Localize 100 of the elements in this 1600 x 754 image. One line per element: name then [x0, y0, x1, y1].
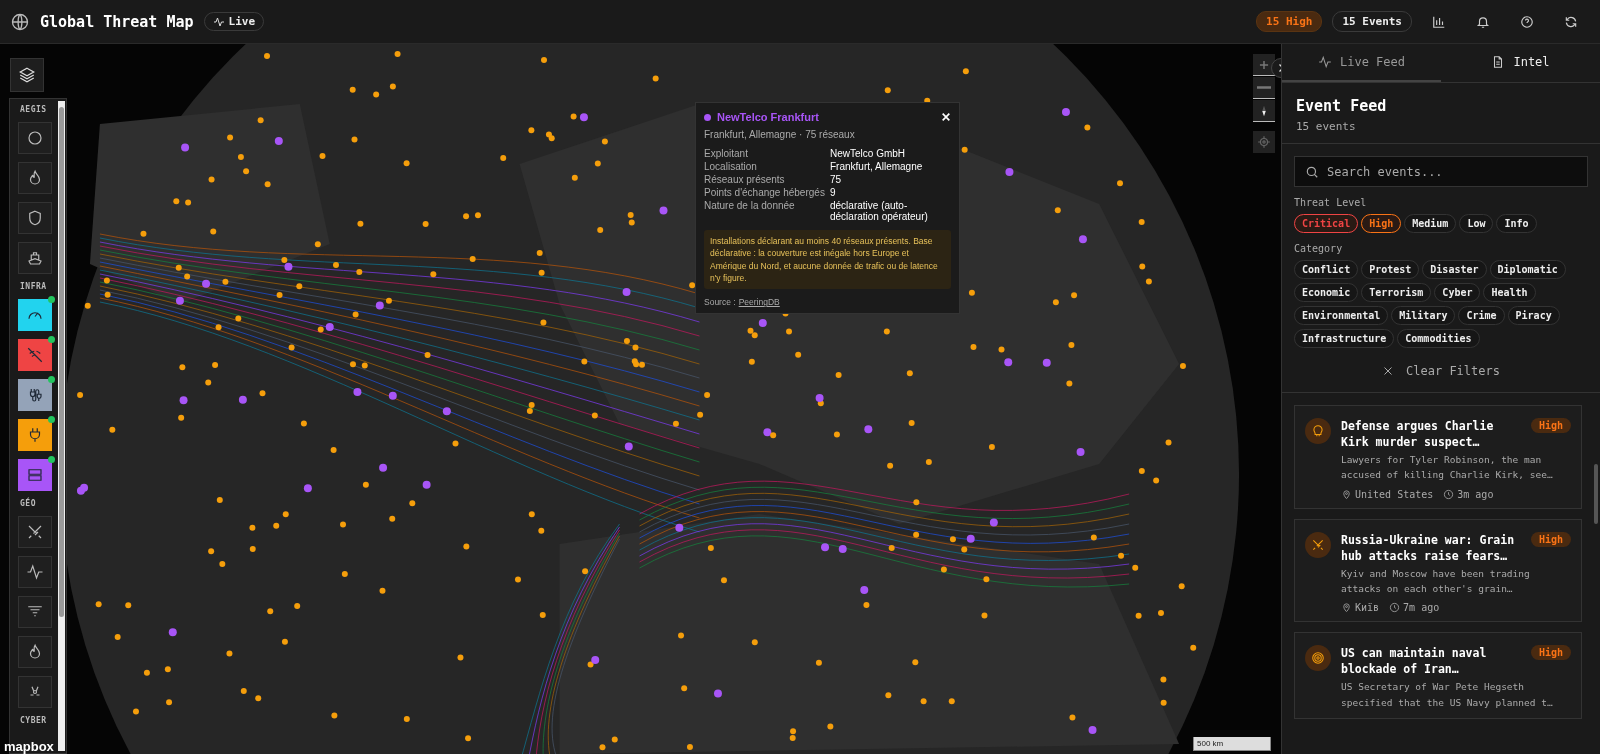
tab[interactable]: Intel: [1441, 44, 1600, 82]
category-chip[interactable]: Health: [1483, 283, 1536, 302]
layer-toggle-button[interactable]: [17, 122, 52, 154]
event-title: Russia-Ukraine war: Grain hub attacks raise fears…: [1341, 531, 1516, 564]
bell-icon: [1476, 14, 1490, 29]
event-card[interactable]: Russia-Ukraine war: Grain hub attacks raise fears… High Kyiv and Moscow have been trading attacks on each other's grain… Київ 7m ago: [1294, 518, 1582, 623]
layer-toggle-button[interactable]: [17, 516, 52, 548]
high-count-badge[interactable]: 15 High: [1256, 11, 1323, 32]
section-label: CYBER: [19, 716, 47, 725]
refresh-icon: [1564, 14, 1578, 29]
pulse-icon: [1318, 55, 1332, 69]
active-dot: [47, 376, 55, 383]
category-chip[interactable]: Piracy: [1507, 306, 1560, 325]
category-chip[interactable]: Crime: [1458, 306, 1505, 325]
popup-subtitle: Frankfurt, Allemagne · 75 réseaux: [704, 129, 856, 140]
layer-toggle-button[interactable]: [17, 419, 52, 451]
threat-level-chip[interactable]: Critical: [1294, 214, 1359, 233]
location-pin-icon: [1341, 602, 1352, 614]
layer-toggle-button[interactable]: [17, 596, 52, 628]
category-chip[interactable]: Environmental: [1294, 306, 1389, 325]
severity-badge: High: [1530, 645, 1571, 661]
layer-toggle-button[interactable]: [17, 242, 52, 274]
layer-toggle-button[interactable]: [17, 379, 52, 411]
scale-bar: 500 km: [1193, 737, 1271, 751]
pulse-icon: [25, 563, 44, 581]
severity-badge: High: [1530, 531, 1571, 547]
category-chip[interactable]: Protest: [1361, 260, 1420, 279]
event-summary: US Secretary of War Pete Hegseth specified that the US Navy planned t…: [1341, 680, 1554, 710]
pulse-icon: [212, 15, 225, 28]
field-value: NewTelco GmbH: [830, 148, 907, 159]
layer-toggle-button[interactable]: [17, 636, 52, 668]
field-label: Points d'échange hébergés: [704, 187, 826, 198]
event-location: Київ: [1355, 602, 1380, 614]
clear-filters-button[interactable]: Clear Filters: [1378, 360, 1504, 382]
event-count: 15 events: [1296, 120, 1357, 133]
threat-level-chip[interactable]: Info: [1496, 214, 1537, 233]
live-label: Live: [228, 15, 256, 28]
source-link[interactable]: PeeringDB: [738, 297, 780, 308]
panel-title: Event Feed: [1296, 97, 1388, 115]
clock-icon: [1443, 488, 1455, 500]
layer-toggle-button[interactable]: [17, 556, 52, 588]
app-title: Global Threat Map: [40, 12, 194, 31]
layer-toggle-button[interactable]: [17, 459, 52, 491]
globe-icon: [10, 11, 30, 32]
field-value: 9: [830, 187, 837, 198]
threat-level-chip[interactable]: Low: [1459, 214, 1494, 233]
layer-toggle-button[interactable]: [17, 339, 52, 371]
layers-button[interactable]: [10, 58, 44, 92]
category-chip[interactable]: Conflict: [1294, 260, 1359, 279]
server-icon: [25, 466, 44, 484]
status-dot: [704, 113, 711, 121]
severity-badge: High: [1530, 418, 1571, 433]
category-chip[interactable]: Terrorism: [1361, 283, 1432, 302]
event-time: 3m ago: [1457, 488, 1494, 500]
active-dot: [47, 456, 55, 463]
zoom-out-button[interactable]: [1253, 77, 1275, 99]
tab[interactable]: Live Feed: [1282, 44, 1441, 82]
compass-button[interactable]: [1253, 100, 1275, 122]
layers-icon: [18, 66, 36, 84]
locate-button[interactable]: [1253, 131, 1275, 153]
category-chip[interactable]: Military: [1391, 306, 1456, 325]
field-value: déclarative (auto-déclaration opérateur): [830, 200, 929, 222]
active-dot: [47, 416, 55, 423]
threat-level-chip[interactable]: High: [1361, 214, 1402, 233]
active-dot: [47, 336, 55, 343]
event-card[interactable]: US can maintain naval blockade of Iran… High US Secretary of War Pete Hegseth specified that the US Navy planned t…: [1294, 632, 1582, 719]
field-label: Exploitant: [704, 148, 749, 159]
filter-label: Threat Level: [1294, 197, 1368, 208]
section-label: AEGIS: [19, 105, 47, 114]
event-title: Defense argues Charlie Kirk murder suspect…: [1341, 418, 1495, 451]
section-label: INFRA: [19, 282, 47, 291]
category-chip[interactable]: Disaster: [1422, 260, 1487, 279]
close-icon: [941, 112, 951, 122]
bar-chart-icon: [1432, 14, 1446, 29]
close-button[interactable]: [941, 112, 951, 122]
category-chip[interactable]: Infrastructure: [1294, 329, 1395, 348]
category-chip[interactable]: Diplomatic: [1489, 260, 1566, 279]
minus-icon: [1257, 86, 1271, 89]
map-attribution: mapbox: [4, 739, 54, 754]
popup-title: NewTelco Frankfurt: [717, 111, 820, 123]
disclaimer-note: Installations déclarant au moins 40 réseaux présents. Base déclarative : la couverture est inégale hors Europe et Amérique du Nord, et aucune donnée de trafic ou de latence n'y figure.: [704, 230, 951, 290]
target-icon: [1311, 651, 1325, 666]
search-field[interactable]: Search events...: [1294, 156, 1588, 187]
layer-toggle-button[interactable]: [17, 676, 52, 708]
field-label: Réseaux présents: [704, 174, 786, 185]
threat-level-chip[interactable]: Medium: [1404, 214, 1457, 233]
layer-toggle-button[interactable]: [17, 162, 52, 194]
active-dot: [47, 296, 55, 303]
event-title: US can maintain naval blockade of Iran…: [1341, 645, 1488, 678]
category-chip[interactable]: Commodities: [1397, 329, 1480, 348]
category-chip[interactable]: Economic: [1294, 283, 1359, 302]
category-chip[interactable]: Cyber: [1434, 283, 1481, 302]
section-label: GÉO: [19, 499, 36, 508]
zoom-in-button[interactable]: [1253, 54, 1275, 76]
events-count-badge[interactable]: 15 Events: [1332, 11, 1412, 32]
source-label: Source :: [704, 297, 736, 308]
event-card[interactable]: Defense argues Charlie Kirk murder suspect… High Lawyers for Tyler Robinson, the man accused of killing Charlie Kirk, see… United States 3m ago: [1294, 405, 1582, 509]
layer-toggle-button[interactable]: [17, 202, 52, 234]
layer-toggle-button[interactable]: [17, 299, 52, 331]
event-time: 7m ago: [1403, 602, 1440, 614]
